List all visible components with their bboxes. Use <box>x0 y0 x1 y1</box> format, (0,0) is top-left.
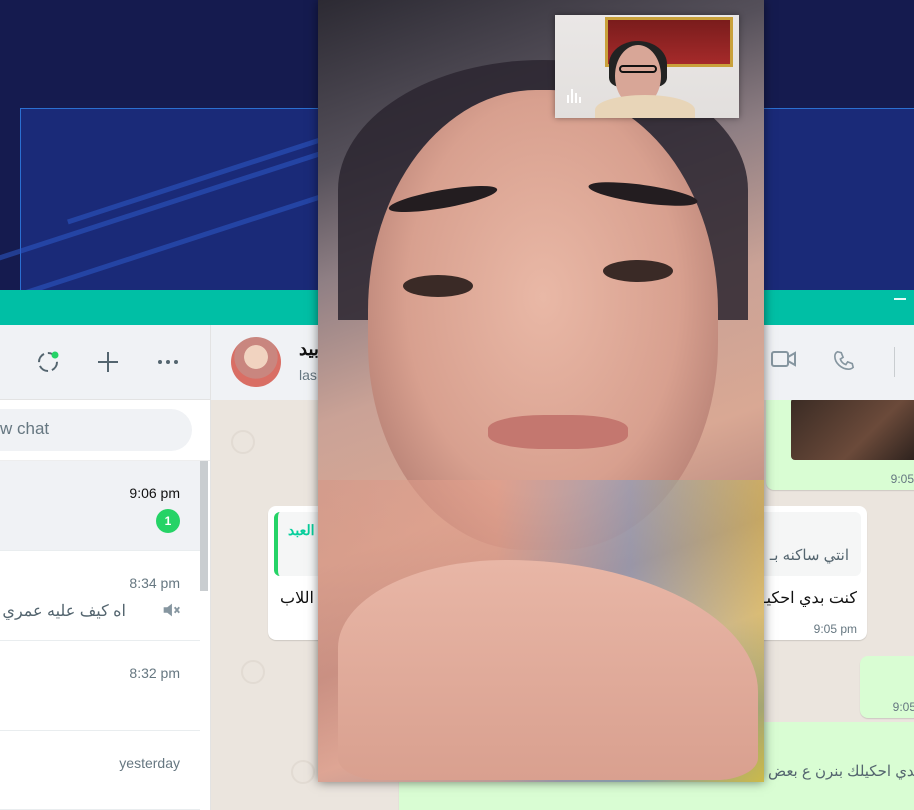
self-view-glasses <box>619 65 657 73</box>
muted-icon <box>160 599 182 626</box>
message-text: كنت بدي احكيـ <box>761 590 857 607</box>
chat-time: yesterday <box>119 755 180 771</box>
voice-call-icon[interactable] <box>833 349 855 377</box>
self-view-body <box>595 95 695 118</box>
chat-time: 8:34 pm <box>129 575 180 591</box>
search-bar: w chat <box>0 400 210 461</box>
search-placeholder: w chat <box>0 419 50 438</box>
quoted-sender: العبد <box>288 522 315 538</box>
sidebar-scrollbar[interactable] <box>200 461 208 591</box>
header-divider <box>894 347 895 377</box>
contact-status: las <box>299 367 317 383</box>
chat-sidebar: w chat 9:06 pm 1 8:34 pm اه كيف عليه عمر… <box>0 325 211 810</box>
chat-time: 8:32 pm <box>129 665 180 681</box>
message-image[interactable] <box>791 400 914 460</box>
chat-list-item[interactable]: 8:32 pm <box>0 641 200 731</box>
wallpaper-doodle <box>291 760 315 784</box>
message-text-left: اللاب <box>280 590 314 607</box>
wallpaper-doodle <box>241 660 265 684</box>
contact-avatar[interactable] <box>231 337 281 387</box>
search-input[interactable]: w chat <box>0 409 192 451</box>
audio-level-icon <box>567 87 583 103</box>
video-call-icon[interactable] <box>771 349 797 375</box>
video-call-self-view[interactable] <box>555 15 739 118</box>
sidebar-header <box>0 325 210 400</box>
chat-preview: اه كيف عليه عمري <box>2 603 126 620</box>
message-time: 9:05 pm <box>813 622 857 636</box>
unread-badge: 1 <box>156 509 180 533</box>
chat-list-item[interactable]: 9:06 pm 1 <box>0 461 200 551</box>
outgoing-message[interactable]: 9:05 <box>860 656 914 718</box>
chat-list-item[interactable]: 8:34 pm اه كيف عليه عمري <box>0 551 200 641</box>
video-person-mouth <box>488 415 628 449</box>
wallpaper-doodle <box>231 430 255 454</box>
minimize-icon[interactable] <box>894 298 906 300</box>
chat-list-item[interactable]: yesterday <box>0 731 200 810</box>
menu-dots-icon[interactable] <box>156 350 180 374</box>
message-time: 9:05 <box>890 472 914 486</box>
contact-name[interactable]: بيد <box>299 339 319 360</box>
new-chat-plus-icon[interactable] <box>96 350 120 374</box>
outgoing-image-message[interactable]: 9:05 <box>766 400 914 490</box>
message-text: بدي احكيلك بنرن ع بعض <box>767 763 914 780</box>
message-time: 9:05 <box>892 700 914 714</box>
video-person-eye <box>603 260 673 282</box>
video-person-eye <box>403 275 473 297</box>
chat-time: 9:06 pm <box>129 485 180 501</box>
quoted-text: انتي ساكنه بـ <box>769 547 849 564</box>
status-icon[interactable] <box>36 350 60 374</box>
